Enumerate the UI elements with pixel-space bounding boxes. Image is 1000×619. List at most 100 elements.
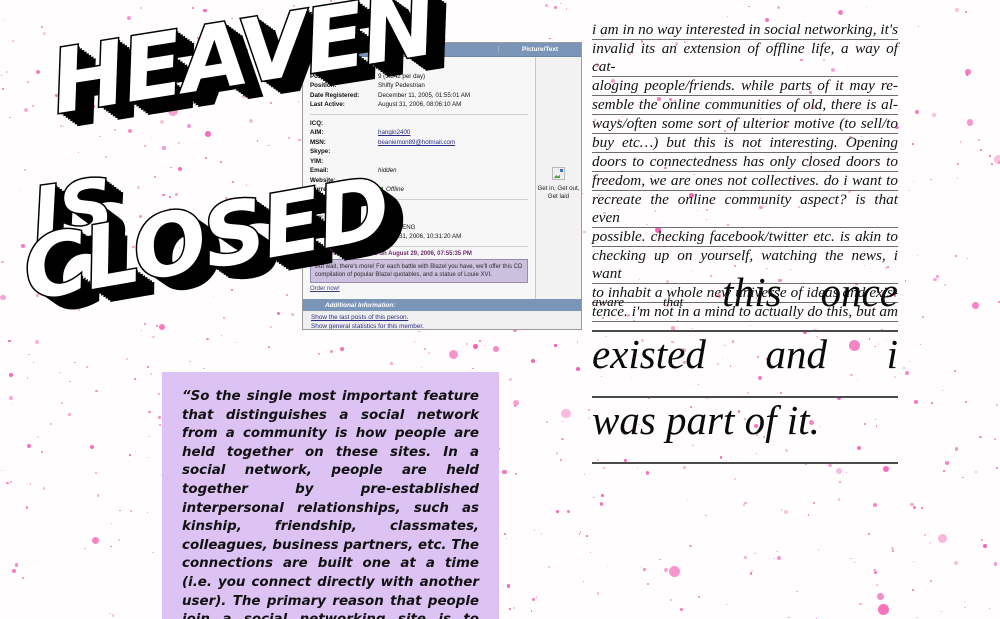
splatter-dot xyxy=(221,54,225,58)
splatter-dot xyxy=(139,6,143,10)
splatter-dot xyxy=(483,345,485,347)
additional-information-body: Show the last posts of this person. Show… xyxy=(303,311,581,330)
splatter-dot xyxy=(478,340,481,343)
splatter-dot xyxy=(583,474,585,476)
splatter-dot xyxy=(689,544,692,548)
essay-line: aloging people/friends. while parts of i… xyxy=(592,77,898,96)
splatter-dot xyxy=(659,558,661,561)
field-label: AIM: xyxy=(310,129,324,136)
splatter-dot xyxy=(54,93,59,97)
msn-link[interactable]: beaniemon89@hotmail.com xyxy=(378,138,528,148)
splatter-dot xyxy=(726,15,728,17)
field-row: Position: Shifty Pedestrian xyxy=(310,81,528,91)
closing-word-and: and xyxy=(765,331,827,377)
splatter-dot xyxy=(137,186,141,190)
splatter-dot xyxy=(98,243,101,246)
window-titlebar[interactable]: Username: Blazel Picture/Text xyxy=(303,43,581,57)
field-label: Posts: xyxy=(310,72,329,80)
splatter-dot xyxy=(204,131,211,138)
closing-line-1: aware that this once xyxy=(592,272,898,332)
splatter-dot xyxy=(941,389,944,391)
splatter-dot xyxy=(34,339,39,344)
splatter-dot xyxy=(869,565,871,567)
splatter-dot xyxy=(967,258,969,260)
splatter-dot xyxy=(124,102,127,105)
field-row: Last Active: August 31, 2006, 08:06:10 A… xyxy=(310,100,528,110)
splatter-dot xyxy=(492,346,499,353)
field-label: Website: xyxy=(310,176,336,184)
aim-link[interactable]: hangin2400 xyxy=(378,128,528,138)
splatter-dot xyxy=(576,341,579,343)
splatter-dot xyxy=(69,380,71,382)
splatter-dot xyxy=(18,189,20,192)
splatter-dot xyxy=(104,155,107,158)
broken-image-icon xyxy=(551,167,565,180)
field-value: hidden xyxy=(378,167,397,174)
field-label: MSN: xyxy=(310,138,326,146)
splatter-dot xyxy=(645,471,650,476)
splatter-dot xyxy=(413,341,415,343)
splatter-dot xyxy=(913,506,916,509)
splatter-dot xyxy=(245,49,248,52)
divider xyxy=(310,198,528,200)
splatter-dot xyxy=(78,151,80,154)
splatter-dot xyxy=(583,230,586,233)
splatter-dot xyxy=(593,496,595,499)
splatter-dot xyxy=(540,532,542,534)
splatter-dot xyxy=(27,443,32,448)
splatter-dot xyxy=(936,274,940,278)
splatter-dot xyxy=(289,217,297,225)
splatter-dot xyxy=(298,138,302,142)
splatter-dot xyxy=(890,547,894,551)
splatter-dot xyxy=(561,409,571,419)
splatter-dot xyxy=(836,468,843,475)
splatter-dot xyxy=(206,337,209,341)
splatter-dot xyxy=(915,110,919,114)
splatter-dot xyxy=(603,467,606,470)
splatter-dot xyxy=(744,502,747,505)
splatter-dot xyxy=(944,284,946,286)
splatter-dot xyxy=(340,346,345,351)
splatter-dot xyxy=(954,447,959,451)
splatter-dot xyxy=(158,424,161,427)
splatter-dot xyxy=(8,372,13,377)
splatter-dot xyxy=(448,350,458,360)
splatter-dot xyxy=(607,566,609,568)
quote-card-text: “So the single most important feature th… xyxy=(182,388,479,619)
forum-profile-window[interactable]: Username: Blazel Picture/Text Username: … xyxy=(302,42,582,330)
titlebar-left-group: Username: Blazel xyxy=(303,44,498,55)
closing-phrase-was-part-of-it: was part of it. xyxy=(592,397,820,443)
splatter-dot xyxy=(130,510,133,513)
splatter-dot xyxy=(6,481,9,485)
splatter-dot xyxy=(47,253,55,261)
splatter-dot xyxy=(10,403,12,405)
splatter-dot xyxy=(956,162,959,166)
splatter-dot xyxy=(965,69,971,76)
splatter-dot xyxy=(169,196,171,198)
splatter-dot xyxy=(787,616,790,619)
splatter-dot xyxy=(853,561,856,564)
splatter-dot xyxy=(291,313,294,316)
splatter-dot xyxy=(37,260,39,262)
splatter-dot xyxy=(26,506,29,509)
splatter-dot xyxy=(129,454,131,456)
splatter-dot xyxy=(245,184,248,186)
splatter-dot xyxy=(993,438,997,441)
splatter-dot xyxy=(873,569,876,572)
splatter-dot xyxy=(839,481,841,483)
field-value xyxy=(378,147,528,157)
quote-body: But wait, there's more! For each battle … xyxy=(310,258,528,283)
show-statistics-link[interactable]: Show general statistics for this member. xyxy=(311,323,573,330)
field-row: Skype: xyxy=(310,147,528,157)
show-last-posts-link[interactable]: Show the last posts of this person. xyxy=(311,314,573,323)
splatter-dot xyxy=(776,556,781,561)
splatter-dot xyxy=(747,5,750,8)
splatter-dot xyxy=(465,343,468,346)
quote-header: Quote from: longkinkos on August 29, 200… xyxy=(310,250,472,257)
splatter-dot xyxy=(424,348,427,351)
splatter-dot xyxy=(434,35,436,37)
field-label: Username: xyxy=(310,63,342,70)
splatter-dot xyxy=(920,507,923,510)
splatter-dot xyxy=(878,603,890,615)
splatter-dot xyxy=(360,16,365,20)
